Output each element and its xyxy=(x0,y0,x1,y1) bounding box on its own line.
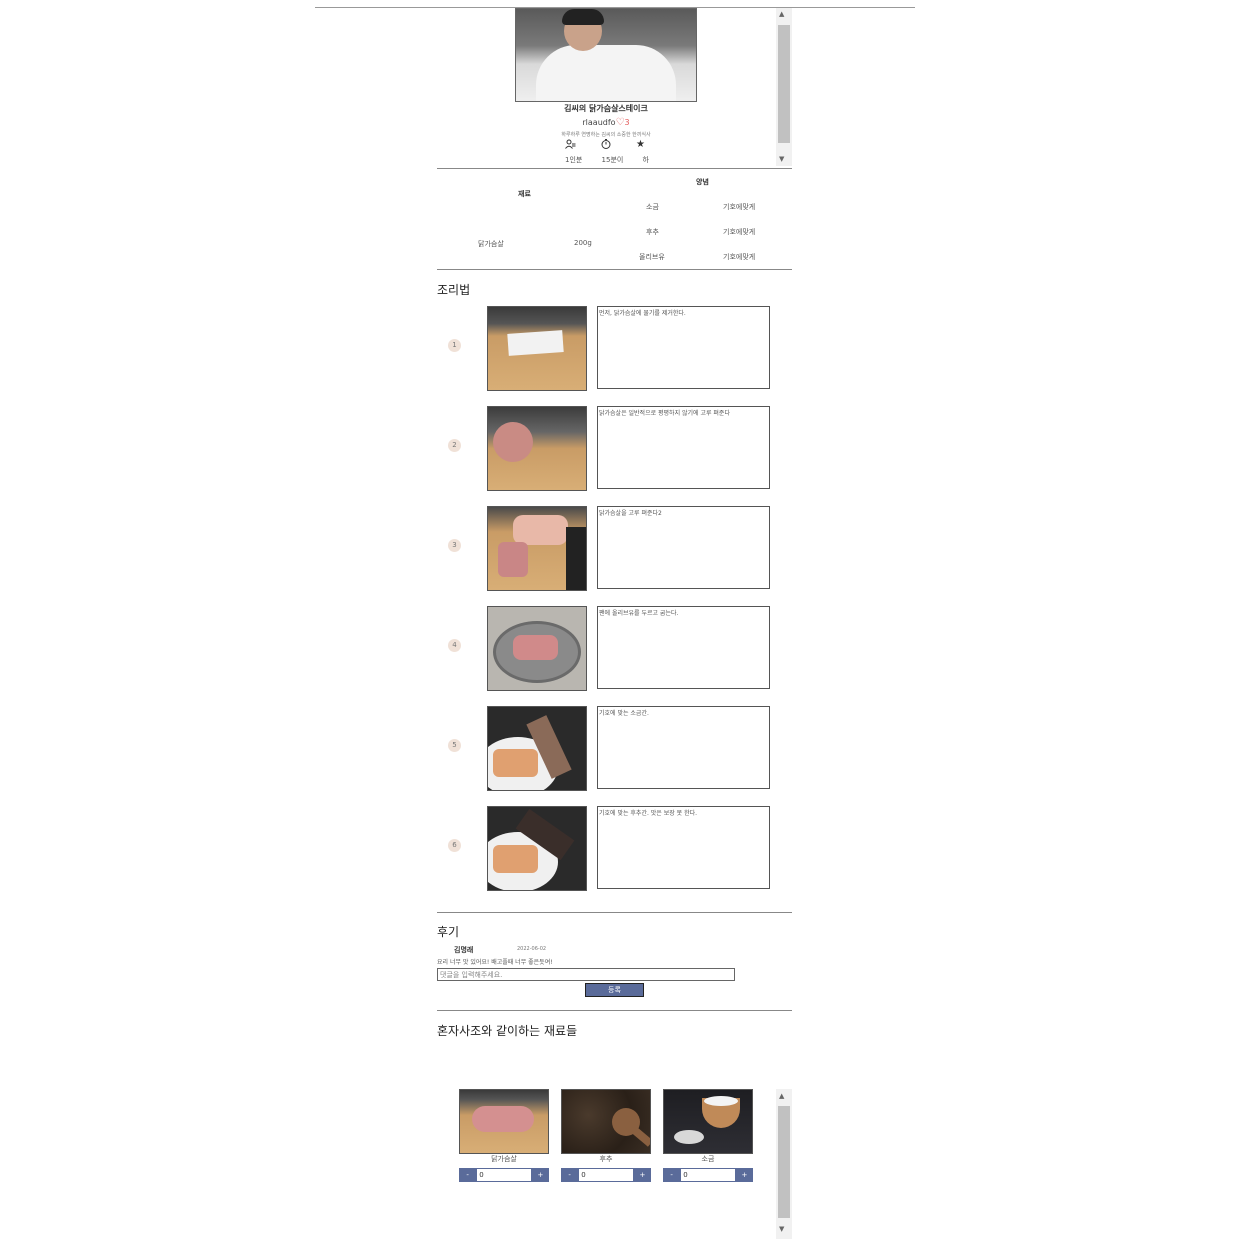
review-text: 요리 너무 맛 있어요! 배고플때 너무 좋은듯여! xyxy=(437,959,553,966)
star-icon: ★ xyxy=(636,139,645,150)
decrease-button[interactable]: - xyxy=(663,1168,681,1182)
step-photo xyxy=(487,406,587,491)
servings-value: 1인분 xyxy=(565,156,583,164)
header-scrollbar[interactable]: ▲ ▼ xyxy=(776,8,792,166)
products-scrollbar[interactable]: ▲ ▼ xyxy=(776,1089,792,1239)
scroll-up-icon[interactable]: ▲ xyxy=(779,1092,784,1100)
recipe-header: 김씨의 닭가슴살스테이크 rlaaudfo♡3 하루하루 연명하는 김씨의 소중… xyxy=(437,8,792,166)
difficulty-value: 하 xyxy=(642,156,649,164)
seasoning-name: 후추 xyxy=(646,228,659,236)
comment-input[interactable]: 댓글을 입력해주세요. xyxy=(437,968,735,981)
increase-button[interactable]: + xyxy=(735,1168,753,1182)
step-number: 4 xyxy=(448,639,461,652)
divider xyxy=(437,168,792,169)
scrollbar-thumb[interactable] xyxy=(778,1106,790,1218)
step-number: 3 xyxy=(448,539,461,552)
quantity-input[interactable]: 0 xyxy=(578,1168,634,1182)
scroll-down-icon[interactable]: ▼ xyxy=(779,155,784,163)
reviewer-name: 김명래 xyxy=(454,946,474,954)
author-row: rlaaudfo♡3 xyxy=(437,117,775,128)
seasoning-amount: 기호에맞게 xyxy=(723,253,756,261)
seasoning-name: 올리브유 xyxy=(639,253,665,261)
info-values: 1인분 15분이 하 xyxy=(565,155,649,165)
time-value: 15분이 xyxy=(601,156,624,164)
heart-icon[interactable]: ♡ xyxy=(616,117,625,128)
seasoning-header: 양념 xyxy=(696,178,709,186)
info-icons: ★ xyxy=(565,139,645,152)
products-title: 혼자사조와 같이하는 재료들 xyxy=(437,1024,578,1038)
submit-comment-button[interactable]: 등록 xyxy=(585,983,644,997)
product-image[interactable] xyxy=(561,1089,651,1154)
step-description: 팬에 올리브유를 두르고 굽는다. xyxy=(597,606,770,689)
quantity-stepper: - 0 + xyxy=(459,1168,549,1182)
seasoning-amount: 기호에맞게 xyxy=(723,203,756,211)
steps-title: 조리법 xyxy=(437,283,471,297)
seasoning-name: 소금 xyxy=(646,203,659,211)
step-photo xyxy=(487,706,587,791)
step-photo xyxy=(487,606,587,691)
recipe-subtitle: 하루하루 연명하는 김씨의 소중한 한끼식사 xyxy=(561,132,651,138)
servings-icon xyxy=(565,139,576,152)
quantity-stepper: - 0 + xyxy=(663,1168,753,1182)
quantity-input[interactable]: 0 xyxy=(680,1168,736,1182)
increase-button[interactable]: + xyxy=(633,1168,651,1182)
step-photo xyxy=(487,506,587,591)
step-description: 먼저, 닭가슴살에 물기를 제거한다. xyxy=(597,306,770,389)
step-photo xyxy=(487,806,587,891)
decrease-button[interactable]: - xyxy=(561,1168,579,1182)
quantity-input[interactable]: 0 xyxy=(476,1168,532,1182)
timer-icon xyxy=(601,139,611,152)
ingredients-header: 재료 xyxy=(518,190,531,198)
recipe-title: 김씨의 닭가슴살스테이크 xyxy=(564,104,648,113)
step-number: 6 xyxy=(448,839,461,852)
step-description: 기호에 맞는 소금간. xyxy=(597,706,770,789)
step-description: 기호에 맞는 후추간. 맛은 보장 못 한다. xyxy=(597,806,770,889)
divider xyxy=(437,912,792,913)
step-description: 닭가슴살은 일반적으로 평평하지 않기에 고루 펴준다 xyxy=(597,406,770,489)
product-image[interactable] xyxy=(459,1089,549,1154)
step-number: 2 xyxy=(448,439,461,452)
increase-button[interactable]: + xyxy=(531,1168,549,1182)
scroll-up-icon[interactable]: ▲ xyxy=(779,10,784,18)
decrease-button[interactable]: - xyxy=(459,1168,477,1182)
product-name: 후추 xyxy=(599,1155,613,1163)
seasoning-amount: 기호에맞게 xyxy=(723,228,756,236)
scroll-down-icon[interactable]: ▼ xyxy=(779,1225,784,1233)
author-name[interactable]: rlaaudfo xyxy=(582,118,615,127)
product-name: 닭가슴살 xyxy=(491,1155,517,1163)
like-count: 3 xyxy=(624,118,630,127)
step-number: 1 xyxy=(448,339,461,352)
divider xyxy=(437,269,792,270)
ingredient-name: 닭가슴살 xyxy=(478,240,504,248)
scrollbar-thumb[interactable] xyxy=(778,25,790,143)
product-name: 소금 xyxy=(701,1155,715,1163)
chef-photo xyxy=(515,8,697,102)
step-number: 5 xyxy=(448,739,461,752)
product-image[interactable] xyxy=(663,1089,753,1154)
divider xyxy=(437,1010,792,1011)
quantity-stepper: - 0 + xyxy=(561,1168,651,1182)
review-date: 2022-06-02 xyxy=(517,946,547,952)
step-description: 닭가슴살을 고루 펴준다2 xyxy=(597,506,770,589)
step-photo xyxy=(487,306,587,391)
ingredient-amount: 200g xyxy=(574,239,592,247)
reviews-title: 후기 xyxy=(437,925,460,939)
